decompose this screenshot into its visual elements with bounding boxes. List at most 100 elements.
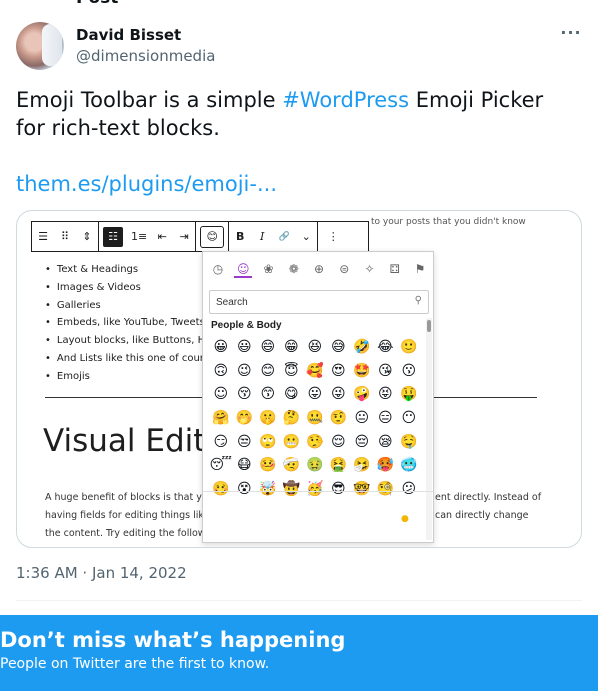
emoji-item[interactable]: 😋 bbox=[280, 383, 304, 407]
more-options-icon[interactable]: ··· bbox=[560, 25, 582, 44]
objects-icon[interactable]: ✧ bbox=[361, 260, 379, 278]
emoji-item[interactable]: 🤢 bbox=[303, 454, 327, 478]
block-type-icon[interactable]: ☰ bbox=[32, 222, 54, 251]
bulleted-list-icon[interactable]: ☷ bbox=[103, 226, 123, 247]
emoji-picker-button[interactable]: 😊 bbox=[200, 225, 225, 248]
bold-icon[interactable]: B bbox=[229, 222, 251, 251]
emoji-item[interactable]: 🤮 bbox=[327, 454, 351, 478]
smileys-icon[interactable]: ☺ bbox=[234, 260, 253, 278]
emoji-item[interactable]: 🤔 bbox=[280, 407, 304, 431]
emoji-item[interactable]: 🥴 bbox=[209, 478, 233, 502]
emoji-scrollbar-track[interactable] bbox=[426, 318, 432, 540]
indent-icon[interactable]: ⇥ bbox=[173, 222, 195, 251]
emoji-item[interactable]: 🤧 bbox=[350, 454, 374, 478]
paragraph-line: A huge benefit of blocks is that yo bbox=[45, 492, 208, 503]
emoji-item[interactable]: 🥵 bbox=[374, 454, 398, 478]
emoji-item[interactable]: 🙄 bbox=[256, 431, 280, 455]
emoji-item[interactable]: 🤣 bbox=[350, 336, 374, 360]
emoji-item[interactable]: 😄 bbox=[256, 336, 280, 360]
emoji-item[interactable]: 😍 bbox=[327, 360, 351, 384]
link-icon[interactable]: 🔗 bbox=[273, 222, 295, 251]
emoji-item[interactable]: 🤩 bbox=[350, 360, 374, 384]
emoji-item[interactable]: 😑 bbox=[374, 407, 398, 431]
emoji-item[interactable]: 😬 bbox=[280, 431, 304, 455]
emoji-item[interactable]: 😘 bbox=[374, 360, 398, 384]
emoji-item[interactable]: 🙂 bbox=[397, 336, 421, 360]
emoji-item[interactable]: 🤯 bbox=[256, 478, 280, 502]
emoji-item[interactable]: 😎 bbox=[327, 478, 351, 502]
tweet-timestamp[interactable]: 1:36 AM · Jan 14, 2022 bbox=[16, 564, 187, 582]
food-icon[interactable]: ❁ bbox=[285, 260, 303, 278]
emoji-item[interactable]: 🤑 bbox=[397, 383, 421, 407]
symbols-icon[interactable]: ⚃ bbox=[386, 260, 404, 278]
emoji-item[interactable]: 😁 bbox=[280, 336, 304, 360]
author-handle[interactable]: @dimensionmedia bbox=[76, 47, 215, 65]
emoji-item[interactable]: 🤕 bbox=[280, 454, 304, 478]
hashtag-link[interactable]: #WordPress bbox=[282, 88, 409, 112]
emoji-item[interactable]: 🤐 bbox=[303, 407, 327, 431]
emoji-item[interactable]: 😕 bbox=[397, 478, 421, 502]
move-up-down-icon[interactable]: ⇕ bbox=[76, 222, 98, 251]
author-name[interactable]: David Bisset bbox=[76, 26, 181, 44]
emoji-item[interactable]: 😊 bbox=[256, 360, 280, 384]
emoji-item[interactable]: 😌 bbox=[327, 431, 351, 455]
outdent-icon[interactable]: ⇤ bbox=[151, 222, 173, 251]
emoji-item[interactable]: 😚 bbox=[233, 383, 257, 407]
emoji-item[interactable]: 😔 bbox=[350, 431, 374, 455]
emoji-search-input[interactable] bbox=[210, 291, 400, 313]
emoji-item[interactable]: 😂 bbox=[374, 336, 398, 360]
travel-icon[interactable]: ⊕ bbox=[310, 260, 328, 278]
emoji-item[interactable]: 😙 bbox=[256, 383, 280, 407]
emoji-item[interactable]: 🙃 bbox=[209, 360, 233, 384]
emoji-item[interactable]: 🥰 bbox=[303, 360, 327, 384]
emoji-item[interactable]: 😅 bbox=[327, 336, 351, 360]
emoji-item[interactable]: 😴 bbox=[209, 454, 233, 478]
tweet-url-link[interactable]: them.es/plugins/emoji-... bbox=[16, 170, 277, 198]
emoji-item[interactable]: 🤤 bbox=[397, 431, 421, 455]
emoji-item[interactable]: 🧐 bbox=[374, 478, 398, 502]
emoji-item[interactable]: 🥶 bbox=[397, 454, 421, 478]
tweet-header: David Bisset @dimensionmedia ··· bbox=[16, 22, 582, 72]
emoji-item[interactable]: 🤪 bbox=[350, 383, 374, 407]
emoji-item[interactable]: 😒 bbox=[233, 431, 257, 455]
emoji-item[interactable]: 😝 bbox=[374, 383, 398, 407]
emoji-item[interactable]: 😗 bbox=[397, 360, 421, 384]
emoji-item[interactable]: 😜 bbox=[327, 383, 351, 407]
emoji-item[interactable]: 😪 bbox=[374, 431, 398, 455]
emoji-item[interactable]: 😉 bbox=[233, 360, 257, 384]
flags-icon[interactable]: ⚑ bbox=[411, 260, 429, 278]
options-icon[interactable]: ⋮ bbox=[318, 222, 348, 251]
emoji-item[interactable]: 😷 bbox=[233, 454, 257, 478]
recent-icon[interactable]: ◷ bbox=[209, 260, 227, 278]
emoji-item[interactable]: 😶 bbox=[397, 407, 421, 431]
banner-subtitle: People on Twitter are the first to know. bbox=[0, 656, 270, 672]
emoji-item[interactable]: 😃 bbox=[233, 336, 257, 360]
emoji-item[interactable]: 😆 bbox=[303, 336, 327, 360]
animals-icon[interactable]: ❀ bbox=[260, 260, 278, 278]
emoji-item[interactable]: 🤗 bbox=[209, 407, 233, 431]
emoji-item[interactable]: ☺ bbox=[209, 383, 233, 407]
emoji-item[interactable]: 🤭 bbox=[233, 407, 257, 431]
emoji-scrollbar-thumb[interactable] bbox=[427, 320, 431, 332]
emoji-item[interactable]: 😏 bbox=[209, 431, 233, 455]
avatar[interactable] bbox=[16, 22, 64, 70]
emoji-item[interactable]: 🤓 bbox=[350, 478, 374, 502]
emoji-item[interactable]: 🤨 bbox=[327, 407, 351, 431]
numbered-list-icon[interactable]: 1≡ bbox=[127, 222, 151, 251]
italic-icon[interactable]: I bbox=[251, 222, 273, 251]
media-card[interactable]: to your posts that you didn't know ☰ ⠿ ⇕… bbox=[16, 210, 582, 548]
drag-handle-icon[interactable]: ⠿ bbox=[54, 222, 76, 251]
more-formats-caret-icon[interactable]: ⌄ bbox=[295, 222, 317, 251]
emoji-item[interactable]: 🤒 bbox=[256, 454, 280, 478]
emoji-item[interactable]: 😵 bbox=[233, 478, 257, 502]
emoji-item[interactable]: 😐 bbox=[350, 407, 374, 431]
emoji-item[interactable]: 😇 bbox=[280, 360, 304, 384]
emoji-item[interactable]: 😀 bbox=[209, 336, 233, 360]
emoji-item[interactable]: 🤥 bbox=[303, 431, 327, 455]
emoji-item[interactable]: 😛 bbox=[303, 383, 327, 407]
emoji-item[interactable]: 🤫 bbox=[256, 407, 280, 431]
emoji-picker-popover: ◷ ☺ ❀ ❁ ⊕ ⊜ ✧ ⚃ ⚑ ⚲ People & Body 😀😃😄😁😆😅🤣😂🙂 🙃😉😊😇🥰… bbox=[202, 251, 434, 543]
emoji-item[interactable]: 🤠 bbox=[280, 478, 304, 502]
emoji-item[interactable]: 🥳 bbox=[303, 478, 327, 502]
vehicles-icon[interactable]: ⊜ bbox=[335, 260, 353, 278]
